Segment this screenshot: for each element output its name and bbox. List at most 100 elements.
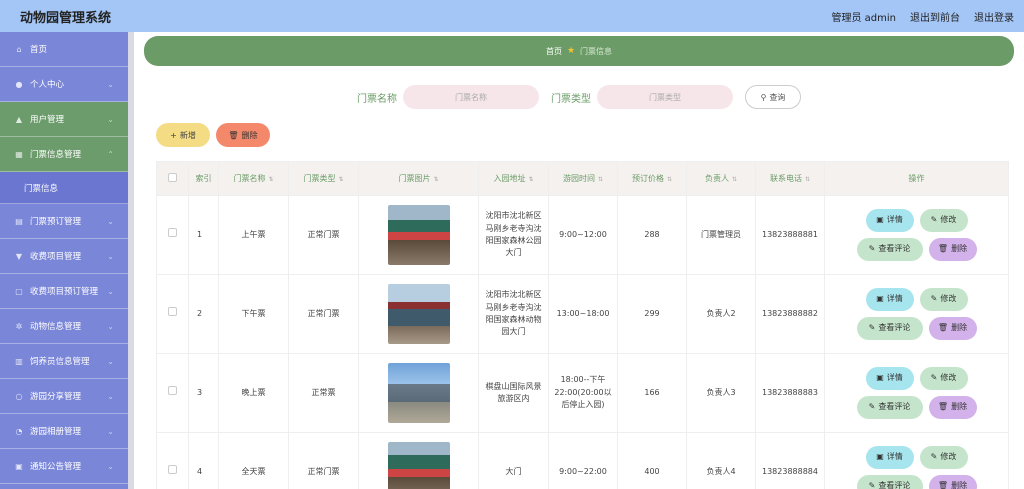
col-header-ops: 操作 [824,161,1009,196]
edit-button[interactable]: ✎ 修改 [919,446,968,469]
sidebar-item-home[interactable]: ⌂ 首页 [0,32,128,67]
row-checkbox[interactable] [156,353,189,433]
row-delete-button[interactable]: 🗑 删除 [928,396,977,419]
sort-icon[interactable]: ⇅ [433,176,438,183]
search-bar: 门票名称 门票类型 ⚲查询 [134,85,1024,109]
review-button[interactable]: ✎ 查看评论 [856,475,923,489]
row-delete-button[interactable]: 🗑 删除 [928,475,977,489]
share-icon: ○ [15,391,23,401]
sidebar-item-animals[interactable]: ✲ 动物信息管理 ⌄ [0,309,128,344]
cell-type: 正常门票 [288,432,359,489]
row-delete-button[interactable]: 🗑 删除 [928,238,977,261]
sidebar-item-keepers[interactable]: ▥ 饲养员信息管理 ⌄ [0,344,128,379]
sidebar-item-ticket-info[interactable]: ▦ 门票信息管理 ⌃ [0,137,128,172]
detail-button[interactable]: ▣ 详情 [865,288,914,311]
sort-icon[interactable]: ⇅ [598,176,603,183]
col-header-image[interactable]: 门票图片 ⇅ [358,161,479,196]
pencil-icon: ✎ [930,294,938,304]
sort-icon[interactable]: ⇅ [667,176,672,183]
sidebar-subitem-ticket-info[interactable]: 门票信息 [0,172,128,204]
cell-price: 299 [617,274,687,354]
search-button[interactable]: ⚲ 查询 [745,85,801,109]
row-checkbox[interactable] [156,195,189,275]
back-to-front-link[interactable]: 退出到前台 [910,9,960,24]
cell-price: 288 [617,195,687,275]
sidebar-item-charge-booking[interactable]: ▢ 收费项目预订管理 ⌄ [0,274,128,309]
sort-icon[interactable]: ⇅ [732,176,737,183]
breadcrumb-home[interactable]: 首页 [546,46,562,57]
chevron-down-icon: ⌄ [107,321,114,331]
ticket-table: 索引 门票名称 ⇅ 门票类型 ⇅ 门票图片 ⇅ 入园地址 ⇅ 游园时间 ⇅ 预订价格 ⇅ 负… [156,161,1009,489]
trash-icon: 🗑 [937,323,949,333]
row-delete-button[interactable]: 🗑 删除 [928,317,977,340]
cell-name: 全天票 [218,432,289,489]
delete-button[interactable]: 🗑 删除 [216,123,270,147]
sidebar-item-share[interactable]: ○ 游园分享管理 ⌄ [0,379,128,414]
chevron-down-icon: ⌄ [107,356,114,366]
cell-image [358,274,479,354]
cell-phone: 13823888881 [755,195,825,275]
doc-icon: ▢ [15,286,23,296]
select-all-checkbox[interactable] [156,161,189,196]
sidebar-item-notice[interactable]: ▣ 通知公告管理 ⌄ [0,449,128,484]
app-title: 动物园管理系统 [20,10,112,26]
sidebar: ⌂ 首页 ● 个人中心 ⌄ ▲ 用户管理 ⌄ ▦ 门票信息管理 ⌃ 门票信息 ▤ 门票预订管理 ⌄… [0,32,128,489]
cell-address: 沈阳市沈北新区马刚乡老寺沟沈阳国家森林公园大门 [478,195,549,275]
detail-button[interactable]: ▣ 详情 [865,367,914,390]
detail-button[interactable]: ▣ 详情 [865,209,914,232]
ticket-name-label: 门票名称 [357,93,397,105]
detail-button[interactable]: ▣ 详情 [865,446,914,469]
cell-image [358,432,479,489]
sidebar-item-album[interactable]: ◔ 游园相册管理 ⌄ [0,414,128,449]
detail-icon: ▣ [876,452,884,462]
table-row: 3 晚上票 正常票 棋盘山国际风景旅游区内 18:00--下午22:00(20:… [156,353,1009,433]
add-button[interactable]: + 新增 [156,123,210,147]
cell-phone: 13823888882 [755,274,825,354]
col-header-time[interactable]: 游园时间 ⇅ [548,161,618,196]
chevron-down-icon: ⌄ [107,461,114,471]
review-button[interactable]: ✎ 查看评论 [856,396,923,419]
sort-icon[interactable]: ⇅ [338,176,343,183]
sort-icon[interactable]: ⇅ [268,176,273,183]
table-row: 1 上午票 正常门票 沈阳市沈北新区马刚乡老寺沟沈阳国家森林公园大门 9:00~… [156,195,1009,275]
current-user: 管理员 admin [831,12,896,24]
sort-icon[interactable]: ⇅ [528,176,533,183]
sidebar-item-ticket-booking[interactable]: ▤ 门票预订管理 ⌄ [0,204,128,239]
notice-icon: ▣ [15,461,23,471]
detail-icon: ▣ [876,294,884,304]
cell-address: 棋盘山国际风景旅游区内 [478,353,549,433]
ticket-type-input[interactable] [597,85,733,109]
col-header-owner[interactable]: 负责人 ⇅ [686,161,756,196]
sidebar-item-personal[interactable]: ● 个人中心 ⌄ [0,67,128,102]
logout-link[interactable]: 退出登录 [974,9,1014,24]
gear-icon: ✲ [15,321,23,331]
col-header-name[interactable]: 门票名称 ⇅ [218,161,289,196]
review-button[interactable]: ✎ 查看评论 [856,317,923,340]
edit-button[interactable]: ✎ 修改 [919,288,968,311]
cell-ops: ▣ 详情 ✎ 修改 ✎ 查看评论 🗑 删除 [824,195,1009,275]
ticket-image [387,442,450,489]
edit-button[interactable]: ✎ 修改 [919,367,968,390]
ticket-name-input[interactable] [403,85,539,109]
detail-icon: ▣ [876,373,884,383]
col-header-address[interactable]: 入园地址 ⇅ [478,161,549,196]
action-bar: + 新增 🗑 删除 [156,123,270,147]
cell-owner: 负责人2 [686,274,756,354]
sort-icon[interactable]: ⇅ [805,176,810,183]
cell-phone: 13823888883 [755,353,825,433]
review-button[interactable]: ✎ 查看评论 [856,238,923,261]
col-header-price[interactable]: 预订价格 ⇅ [617,161,687,196]
star-icon: ★ [566,46,576,56]
ticket-image [387,284,450,344]
sidebar-item-users[interactable]: ▲ 用户管理 ⌄ [0,102,128,137]
col-header-type[interactable]: 门票类型 ⇅ [288,161,359,196]
row-checkbox[interactable] [156,432,189,489]
row-checkbox[interactable] [156,274,189,354]
cell-index: 3 [188,353,219,433]
edit-button[interactable]: ✎ 修改 [919,209,968,232]
col-header-phone[interactable]: 联系电话 ⇅ [755,161,825,196]
sidebar-item-charge-items[interactable]: ▼ 收费项目管理 ⌄ [0,239,128,274]
pencil-icon: ✎ [868,481,876,489]
cell-image [358,353,479,433]
pencil-icon: ✎ [868,323,876,333]
